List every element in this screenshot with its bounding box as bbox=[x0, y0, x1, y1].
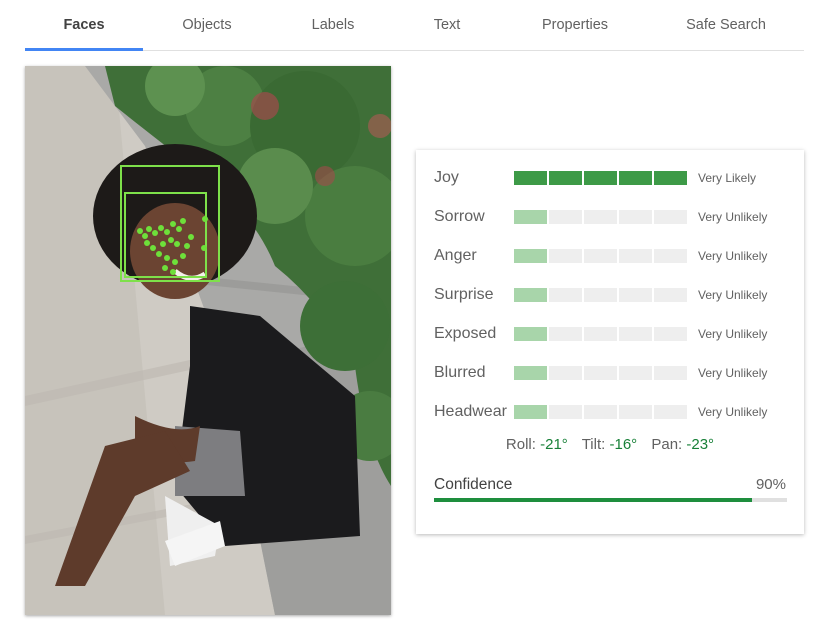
attribute-row-anger: Anger Very Unlikely bbox=[416, 245, 804, 267]
likelihood-text: Very Unlikely bbox=[698, 366, 768, 380]
attribute-label: Surprise bbox=[434, 286, 494, 303]
tilt-value: -16° bbox=[609, 436, 638, 453]
likelihood-segment bbox=[654, 366, 687, 380]
active-tab-indicator bbox=[25, 48, 143, 51]
likelihood-meter bbox=[514, 405, 687, 419]
likelihood-segment bbox=[654, 405, 687, 419]
confidence-label: Confidence bbox=[434, 476, 513, 493]
roll-value: -21° bbox=[540, 436, 568, 453]
likelihood-segment bbox=[619, 210, 652, 224]
likelihood-segment bbox=[584, 249, 617, 263]
attribute-row-exposed: Exposed Very Unlikely bbox=[416, 323, 804, 345]
attribute-row-sorrow: Sorrow Very Unlikely bbox=[416, 206, 804, 228]
roll-label: Roll: bbox=[505, 436, 536, 453]
attribute-label: Headwear bbox=[434, 403, 507, 420]
likelihood-segment bbox=[549, 366, 582, 380]
likelihood-segment bbox=[549, 288, 582, 302]
likelihood-segment bbox=[549, 171, 582, 185]
likelihood-segment bbox=[584, 171, 617, 185]
head-pose-angles: Roll: -21° Tilt: -16° Pan: -23° bbox=[416, 435, 804, 455]
likelihood-segment bbox=[619, 366, 652, 380]
tab-text[interactable]: Text bbox=[391, 0, 503, 48]
face-bounding-box-inner bbox=[124, 192, 207, 278]
attribute-label: Joy bbox=[434, 169, 459, 186]
likelihood-segment bbox=[654, 249, 687, 263]
likelihood-text: Very Likely bbox=[698, 171, 757, 185]
likelihood-text: Very Unlikely bbox=[698, 210, 768, 224]
likelihood-meter bbox=[514, 249, 687, 263]
likelihood-segment bbox=[619, 171, 652, 185]
face-bounding-box-outer bbox=[120, 165, 220, 282]
likelihood-segment bbox=[514, 249, 547, 263]
likelihood-segment bbox=[549, 405, 582, 419]
likelihood-segment bbox=[514, 327, 547, 341]
likelihood-meter bbox=[514, 327, 687, 341]
tab-faces[interactable]: Faces bbox=[25, 0, 143, 48]
pan-label: Pan: bbox=[651, 436, 683, 453]
confidence-bar bbox=[434, 498, 787, 502]
tab-labels[interactable]: Labels bbox=[273, 0, 393, 48]
feature-tabs: Faces Objects Labels Text Properties Saf… bbox=[25, 0, 804, 51]
face-landmarks bbox=[137, 216, 208, 275]
confidence-bar-fill bbox=[434, 498, 752, 502]
attribute-row-joy: Joy Very Likely bbox=[416, 167, 804, 189]
attribute-label: Anger bbox=[434, 247, 477, 264]
face-detection-overlay bbox=[120, 165, 220, 282]
likelihood-segment bbox=[549, 327, 582, 341]
confidence-value: 90% bbox=[755, 476, 786, 493]
likelihood-segment bbox=[584, 366, 617, 380]
likelihood-segment bbox=[619, 288, 652, 302]
pan-value: -23° bbox=[686, 436, 715, 453]
likelihood-meter bbox=[514, 366, 687, 380]
tab-safe-search[interactable]: Safe Search bbox=[665, 0, 787, 48]
likelihood-text: Very Unlikely bbox=[698, 405, 768, 419]
analyzed-photo bbox=[25, 66, 391, 615]
likelihood-meter bbox=[514, 210, 687, 224]
likelihood-segment bbox=[514, 405, 547, 419]
likelihood-segment bbox=[584, 210, 617, 224]
tab-objects[interactable]: Objects bbox=[147, 0, 267, 48]
likelihood-segment bbox=[619, 327, 652, 341]
likelihood-segment bbox=[654, 288, 687, 302]
likelihood-text: Very Unlikely bbox=[698, 288, 768, 302]
attribute-row-surprise: Surprise Very Unlikely bbox=[416, 284, 804, 306]
likelihood-segment bbox=[514, 366, 547, 380]
likelihood-segment bbox=[619, 405, 652, 419]
likelihood-segment bbox=[654, 171, 687, 185]
likelihood-segment bbox=[619, 249, 652, 263]
attribute-label: Sorrow bbox=[434, 208, 485, 225]
attribute-row-blurred: Blurred Very Unlikely bbox=[416, 362, 804, 384]
likelihood-meter bbox=[514, 288, 687, 302]
likelihood-segment bbox=[584, 327, 617, 341]
likelihood-segment bbox=[584, 405, 617, 419]
likelihood-segment bbox=[514, 288, 547, 302]
likelihood-segment bbox=[549, 249, 582, 263]
tab-properties[interactable]: Properties bbox=[515, 0, 635, 48]
likelihood-segment bbox=[654, 210, 687, 224]
likelihood-segment bbox=[514, 171, 547, 185]
face-attributes-card: Joy Very Likely Sorrow Very Unlikely Anger Ve… bbox=[416, 150, 804, 534]
likelihood-segment bbox=[514, 210, 547, 224]
attribute-label: Blurred bbox=[434, 364, 486, 381]
likelihood-text: Very Unlikely bbox=[698, 327, 768, 341]
likelihood-text: Very Unlikely bbox=[698, 249, 768, 263]
likelihood-segment bbox=[549, 210, 582, 224]
likelihood-segment bbox=[654, 327, 687, 341]
tilt-label: Tilt: bbox=[581, 436, 606, 453]
likelihood-meter bbox=[514, 171, 687, 185]
attribute-label: Exposed bbox=[434, 325, 497, 342]
attribute-row-headwear: Headwear Very Unlikely bbox=[416, 401, 804, 423]
likelihood-segment bbox=[584, 288, 617, 302]
